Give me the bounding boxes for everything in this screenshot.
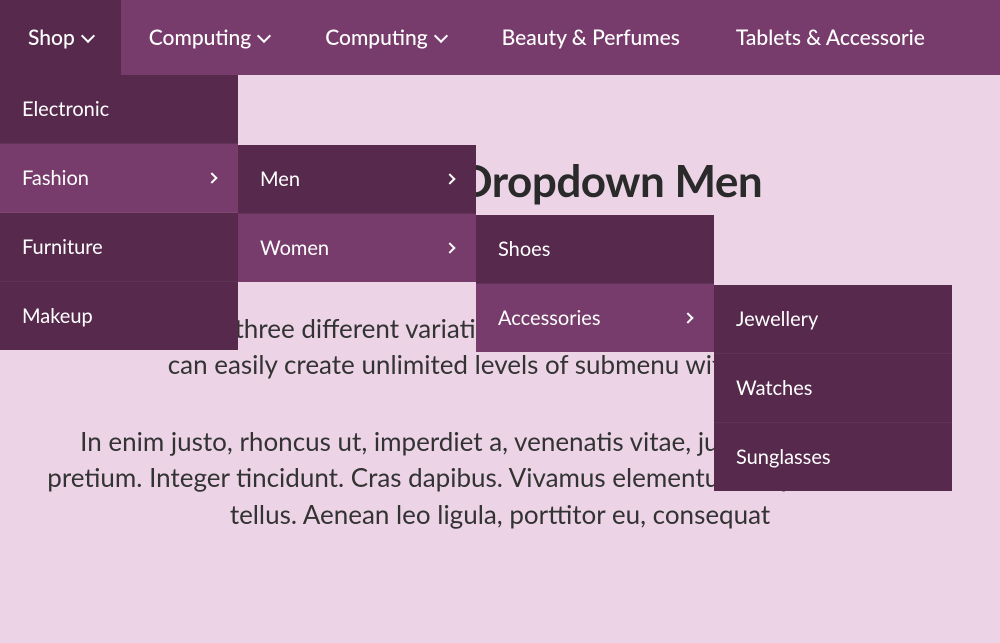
dropdown-label: Sunglasses: [736, 445, 831, 469]
dropdown-item-makeup[interactable]: Makeup: [0, 282, 238, 350]
navbar: Shop Computing Computing Beauty & Perfum…: [0, 0, 1000, 75]
dropdown-label: Electronic: [22, 97, 109, 121]
nav-label: Computing: [149, 25, 251, 50]
dropdown-item-electronic[interactable]: Electronic: [0, 75, 238, 144]
chevron-down-icon: [434, 28, 448, 42]
dropdown-item-men[interactable]: Men: [238, 145, 476, 214]
chevron-right-icon: [206, 172, 217, 183]
dropdown-item-shoes[interactable]: Shoes: [476, 215, 714, 284]
chevron-down-icon: [257, 28, 271, 42]
dropdown-label: Fashion: [22, 166, 89, 190]
dropdown-label: Jewellery: [736, 307, 818, 331]
nav-label: Computing: [325, 25, 427, 50]
chevron-right-icon: [444, 242, 455, 253]
nav-item-tablets[interactable]: Tablets & Accessorie: [708, 0, 953, 75]
dropdown-women: Shoes Accessories: [476, 215, 714, 352]
dropdown-label: Men: [260, 167, 300, 191]
chevron-right-icon: [682, 312, 693, 323]
dropdown-item-accessories[interactable]: Accessories: [476, 284, 714, 352]
dropdown-item-furniture[interactable]: Furniture: [0, 213, 238, 282]
nav-item-computing-1[interactable]: Computing: [121, 0, 297, 75]
dropdown-fashion: Men Women: [238, 145, 476, 282]
dropdown-shop: Electronic Fashion Furniture Makeup: [0, 75, 238, 350]
nav-label: Shop: [28, 25, 75, 50]
dropdown-item-fashion[interactable]: Fashion: [0, 144, 238, 213]
dropdown-label: Accessories: [498, 306, 601, 330]
dropdown-label: Shoes: [498, 237, 550, 261]
dropdown-item-women[interactable]: Women: [238, 214, 476, 282]
dropdown-item-watches[interactable]: Watches: [714, 354, 952, 423]
dropdown-label: Furniture: [22, 235, 103, 259]
chevron-down-icon: [81, 28, 95, 42]
nav-item-shop[interactable]: Shop: [0, 0, 121, 75]
chevron-right-icon: [444, 173, 455, 184]
dropdown-label: Makeup: [22, 304, 93, 328]
nav-label: Tablets & Accessorie: [736, 25, 925, 50]
dropdown-label: Women: [260, 236, 329, 260]
nav-item-computing-2[interactable]: Computing: [297, 0, 473, 75]
nav-item-beauty[interactable]: Beauty & Perfumes: [474, 0, 708, 75]
nav-label: Beauty & Perfumes: [502, 25, 680, 50]
dropdown-item-jewellery[interactable]: Jewellery: [714, 285, 952, 354]
dropdown-item-sunglasses[interactable]: Sunglasses: [714, 423, 952, 491]
dropdown-label: Watches: [736, 376, 812, 400]
dropdown-accessories: Jewellery Watches Sunglasses: [714, 285, 952, 491]
